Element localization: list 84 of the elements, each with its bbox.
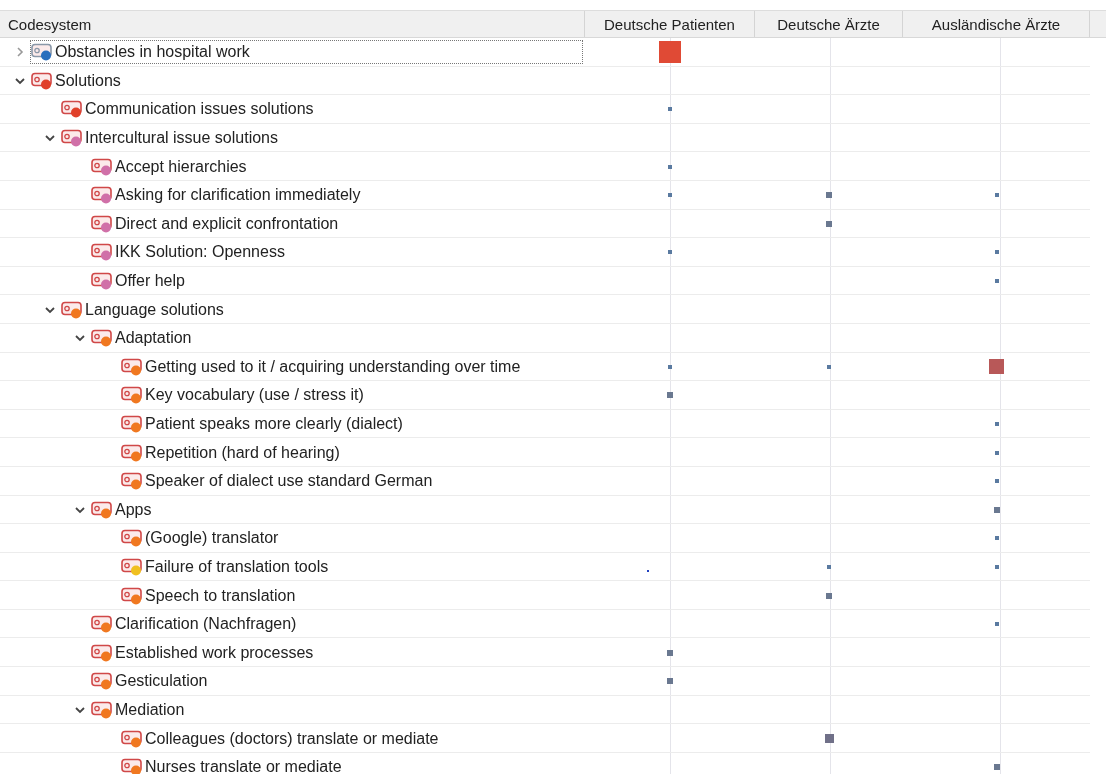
tree-item[interactable]: Obstancles in hospital work xyxy=(30,40,583,65)
tree-item[interactable]: (Google) translator xyxy=(120,526,583,551)
tree-item[interactable]: Nurses translate or mediate xyxy=(120,755,583,774)
matrix-square xyxy=(993,764,1000,771)
tree-item[interactable]: Failure of translation tools xyxy=(120,555,583,579)
tree-item[interactable]: Speech to translation xyxy=(120,583,583,608)
code-label: IKK Solution: Openness xyxy=(115,243,285,262)
matrix-square xyxy=(994,250,999,255)
code-label: Communication issues solutions xyxy=(85,100,314,119)
matrix-square xyxy=(994,536,999,541)
matrix-square xyxy=(993,506,1000,513)
tree-item[interactable]: Intercultural issue solutions xyxy=(60,126,583,151)
tree-item[interactable]: Established work processes xyxy=(90,640,583,665)
code-label: Direct and explicit confrontation xyxy=(115,214,339,233)
matrix-square xyxy=(659,41,681,64)
tree-item[interactable]: Colleagues (doctors) translate or mediate xyxy=(120,726,583,751)
tree-item[interactable]: IKK Solution: Openness xyxy=(90,240,583,265)
code-label: Established work processes xyxy=(115,643,314,662)
code-label: Speech to translation xyxy=(145,586,296,605)
code-label: Nurses translate or mediate xyxy=(145,758,342,774)
tree-item[interactable]: Communication issues solutions xyxy=(60,97,583,122)
matrix-square xyxy=(827,565,831,569)
chevron-right-icon[interactable] xyxy=(14,46,26,59)
tree-item[interactable]: Direct and explicit confrontation xyxy=(90,211,583,236)
code-label: Accept hierarchies xyxy=(115,157,247,176)
code-label: Mediation xyxy=(115,700,185,719)
code-label: Language solutions xyxy=(85,300,224,319)
matrix-square xyxy=(668,164,672,169)
tree-item[interactable]: Repetition (hard of hearing) xyxy=(120,440,583,465)
matrix-square xyxy=(667,649,673,656)
matrix-square xyxy=(994,450,999,455)
matrix-square xyxy=(668,364,672,369)
tree-item[interactable]: Accept hierarchies xyxy=(90,154,583,179)
code-label: Adaptation xyxy=(115,329,192,348)
code-label: Intercultural issue solutions xyxy=(85,129,278,148)
code-label: Colleagues (doctors) translate or mediate xyxy=(145,729,439,748)
code-label: Key vocabulary (use / stress it) xyxy=(145,386,364,405)
matrix-square xyxy=(994,193,999,198)
matrix-square xyxy=(994,565,999,569)
tree-item[interactable]: Key vocabulary (use / stress it) xyxy=(120,383,583,408)
tree-item[interactable]: Patient speaks more clearly (dialect) xyxy=(120,412,583,436)
code-label: Apps xyxy=(115,500,152,519)
code-label: Solutions xyxy=(55,71,121,90)
matrix-square xyxy=(826,192,832,199)
code-label: Patient speaks more clearly (dialect) xyxy=(145,415,403,433)
matrix-square xyxy=(826,220,832,227)
code-label: Gesticulation xyxy=(115,672,208,691)
tree-item[interactable]: Speaker of dialect use standard German xyxy=(120,469,583,494)
tree-item[interactable]: Asking for clarification immediately xyxy=(90,183,583,208)
code-label: Clarification (Nachfragen) xyxy=(115,615,297,634)
code-label: Failure of translation tools xyxy=(145,558,329,576)
matrix-square xyxy=(994,279,999,284)
tree-item[interactable]: Mediation xyxy=(90,697,583,722)
tree-item[interactable]: Clarification (Nachfragen) xyxy=(90,612,583,637)
tree-item[interactable]: Gesticulation xyxy=(90,669,583,694)
column-header[interactable]: Deutsche Ärzte xyxy=(755,11,903,37)
code-label: Obstancles in hospital work xyxy=(55,43,250,62)
matrix-square xyxy=(668,193,672,198)
code-label: Repetition (hard of hearing) xyxy=(145,443,340,462)
code-label: (Google) translator xyxy=(145,529,279,548)
tree-item[interactable]: Language solutions xyxy=(60,297,583,322)
tree-item[interactable]: Adaptation xyxy=(90,326,583,351)
tree-item[interactable]: Offer help xyxy=(90,269,583,294)
matrix-square xyxy=(994,622,999,627)
matrix-square xyxy=(824,734,834,744)
code-label: Offer help xyxy=(115,272,185,291)
code-label: Speaker of dialect use standard German xyxy=(145,472,433,491)
tree-item[interactable]: Solutions xyxy=(30,68,583,93)
column-header[interactable]: Ausländische Ärzte xyxy=(903,11,1090,37)
matrix-square xyxy=(667,678,673,685)
tree-item[interactable]: Apps xyxy=(90,497,583,522)
tree-item[interactable]: Getting used to it / acquiring understanding over time xyxy=(120,354,583,379)
matrix-square xyxy=(668,250,672,255)
code-label: Asking for clarification immediately xyxy=(115,186,361,205)
matrix-square xyxy=(667,392,673,399)
matrix-square xyxy=(989,359,1004,375)
matrix-square xyxy=(994,479,999,484)
column-header[interactable]: Codesystem xyxy=(0,11,585,37)
matrix-square xyxy=(826,592,832,599)
code-label: Getting used to it / acquiring understanding over time xyxy=(145,357,521,376)
matrix-square xyxy=(668,107,672,112)
matrix-square xyxy=(827,364,831,369)
matrix-square xyxy=(994,422,999,426)
column-header[interactable]: Deutsche Patienten xyxy=(585,11,755,37)
